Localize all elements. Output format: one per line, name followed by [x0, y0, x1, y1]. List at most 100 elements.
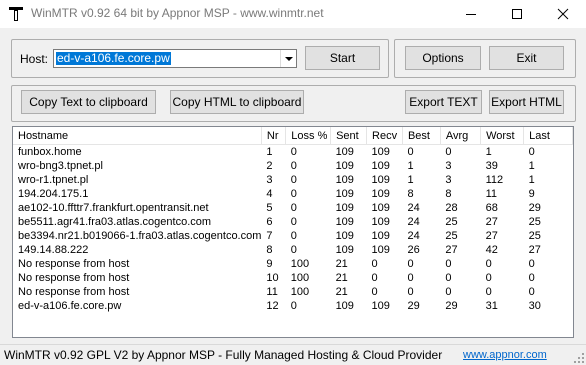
- host-combobox[interactable]: ed-v-a106.fe.core.pw: [53, 49, 297, 68]
- cell-best: 29: [407, 300, 420, 312]
- cell-best: 24: [407, 230, 420, 242]
- cell-loss: 100: [290, 258, 310, 270]
- cell-last: 0: [528, 146, 535, 158]
- column-header-hostname[interactable]: Hostname: [13, 127, 262, 145]
- table-row[interactable]: wro-bng3.tpnet.pl 2 0 109 109 1 3 39 1: [13, 159, 573, 173]
- cell-sent: 109: [335, 230, 354, 242]
- cell-loss: 0: [290, 244, 297, 256]
- cell-nr: 8: [266, 244, 273, 256]
- cell-avrg: 25: [445, 230, 458, 242]
- cell-best: 0: [407, 258, 414, 270]
- column-header-avrg[interactable]: Avrg: [440, 127, 482, 145]
- cell-nr: 4: [266, 188, 273, 200]
- cell-best: 1: [407, 174, 414, 186]
- table-row[interactable]: No response from host 11 100 21 0 0 0 0 0: [13, 285, 573, 299]
- cell-loss: 0: [290, 202, 297, 214]
- cell-worst: 27: [485, 216, 498, 228]
- column-header-worst[interactable]: Worst: [480, 127, 525, 145]
- chevron-down-icon: [285, 57, 293, 61]
- start-button[interactable]: Start: [305, 46, 380, 70]
- cell-loss: 100: [290, 286, 310, 298]
- column-header-recv[interactable]: Recv: [366, 127, 403, 145]
- column-header-last[interactable]: Last: [523, 127, 573, 145]
- minimize-button[interactable]: [448, 0, 494, 28]
- column-header-sent[interactable]: Sent: [330, 127, 368, 145]
- cell-avrg: 27: [445, 244, 458, 256]
- cell-last: 1: [528, 174, 535, 186]
- export-text-button[interactable]: Export TEXT: [405, 90, 482, 114]
- export-html-button[interactable]: Export HTML: [489, 90, 564, 114]
- table-row[interactable]: 194.204.175.1 4 0 109 109 8 8 11 9: [13, 187, 573, 201]
- cell-hostname: wro-bng3.tpnet.pl: [18, 160, 103, 172]
- table-row[interactable]: ae102-10.ffttr7.frankfurt.opentransit.ne…: [13, 201, 573, 215]
- cell-last: 1: [528, 160, 535, 172]
- cell-best: 24: [407, 216, 420, 228]
- table-row[interactable]: funbox.home 1 0 109 109 0 0 1 0: [13, 145, 573, 160]
- cell-last: 9: [528, 188, 535, 200]
- cell-avrg: 28: [445, 202, 458, 214]
- status-text: WinMTR v0.92 GPL V2 by Appnor MSP - Full…: [4, 348, 443, 362]
- cell-sent: 21: [335, 272, 348, 284]
- table-row[interactable]: be3394.nr21.b019066-1.fra03.atlas.cogent…: [13, 229, 573, 243]
- cell-recv: 109: [371, 202, 390, 214]
- cell-nr: 11: [266, 286, 278, 298]
- cell-worst: 39: [485, 160, 498, 172]
- cell-avrg: 29: [445, 300, 458, 312]
- cell-sent: 109: [335, 244, 354, 256]
- cell-recv: 0: [371, 272, 378, 284]
- cell-recv: 109: [371, 216, 390, 228]
- column-header-loss[interactable]: Loss %: [285, 127, 332, 145]
- copy-html-button[interactable]: Copy HTML to clipboard: [170, 90, 304, 114]
- cell-last: 29: [528, 202, 541, 214]
- resize-grip-icon[interactable]: [574, 353, 584, 363]
- column-header-nr[interactable]: Nr: [261, 127, 287, 145]
- cell-hostname: 149.14.88.222: [18, 244, 89, 256]
- cell-avrg: 0: [445, 146, 452, 158]
- cell-sent: 109: [335, 174, 354, 186]
- website-link[interactable]: www.appnor.com: [463, 349, 547, 361]
- results-list[interactable]: Hostname Nr Loss % Sent Recv Best Avrg W…: [12, 126, 574, 338]
- table-row[interactable]: ed-v-a106.fe.core.pw 12 0 109 109 29 29 31 30: [13, 299, 573, 313]
- cell-nr: 6: [266, 216, 273, 228]
- cell-avrg: 0: [445, 286, 452, 298]
- exit-button[interactable]: Exit: [489, 46, 564, 70]
- cell-nr: 5: [266, 202, 273, 214]
- cell-loss: 0: [290, 230, 297, 242]
- cell-recv: 0: [371, 258, 378, 270]
- table-row[interactable]: No response from host 9 100 21 0 0 0 0 0: [13, 257, 573, 271]
- cell-best: 0: [407, 272, 414, 284]
- cell-hostname: be3394.nr21.b019066-1.fra03.atlas.cogent…: [18, 230, 262, 242]
- cell-nr: 1: [266, 146, 273, 158]
- cell-avrg: 3: [445, 160, 452, 172]
- host-label: Host:: [20, 52, 49, 66]
- cell-hostname: No response from host: [18, 272, 130, 284]
- cell-avrg: 3: [445, 174, 452, 186]
- cell-hostname: wro-r1.tpnet.pl: [18, 174, 89, 186]
- cell-loss: 100: [290, 272, 310, 284]
- table-row[interactable]: wro-r1.tpnet.pl 3 0 109 109 1 3 112 1: [13, 173, 573, 187]
- close-button[interactable]: [540, 0, 586, 28]
- cell-recv: 109: [371, 174, 390, 186]
- cell-worst: 27: [485, 230, 498, 242]
- table-row[interactable]: 149.14.88.222 8 0 109 109 26 27 42 27: [13, 243, 573, 257]
- table-row[interactable]: No response from host 10 100 21 0 0 0 0 0: [13, 271, 573, 285]
- cell-hostname: No response from host: [18, 286, 130, 298]
- dropdown-button[interactable]: [280, 50, 296, 67]
- cell-hostname: funbox.home: [18, 146, 82, 158]
- column-header-best[interactable]: Best: [402, 127, 441, 145]
- cell-recv: 109: [371, 146, 390, 158]
- minimize-icon: [466, 14, 476, 15]
- maximize-button[interactable]: [494, 0, 540, 28]
- copy-text-button[interactable]: Copy Text to clipboard: [21, 90, 156, 114]
- table-row[interactable]: be5511.agr41.fra03.atlas.cogentco.com 6 0 1…: [13, 215, 573, 229]
- cell-last: 27: [528, 244, 541, 256]
- cell-sent: 109: [335, 202, 354, 214]
- cell-hostname: 194.204.175.1: [18, 188, 89, 200]
- cell-last: 25: [528, 216, 541, 228]
- cell-hostname: No response from host: [18, 258, 130, 270]
- close-icon: [557, 8, 569, 20]
- cell-nr: 3: [266, 174, 273, 186]
- cell-sent: 109: [335, 216, 354, 228]
- options-button[interactable]: Options: [405, 46, 481, 70]
- cell-sent: 21: [335, 258, 348, 270]
